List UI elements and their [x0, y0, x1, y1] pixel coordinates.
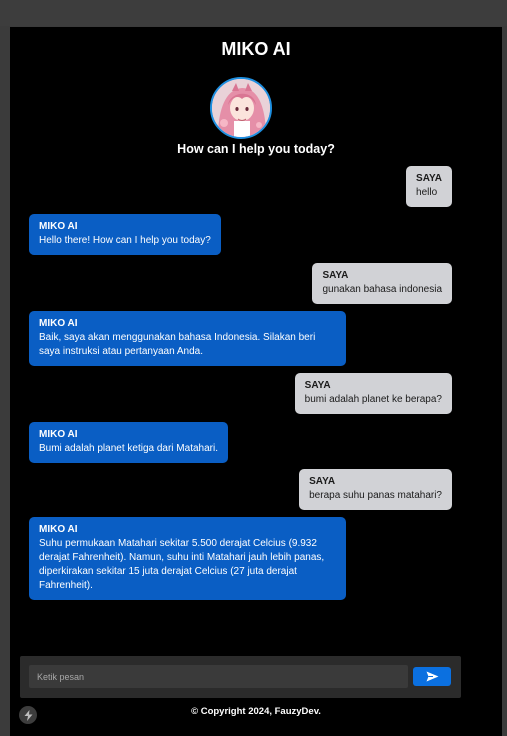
app-title: MIKO AI [221, 39, 291, 59]
ai-message: MIKO AI Baik, saya akan menggunakan baha… [29, 311, 346, 366]
chat-app: MIKO AI How can I help you today? SAYA h… [10, 27, 502, 736]
message-sender: MIKO AI [39, 318, 78, 329]
top-strip [0, 0, 507, 26]
browser-frame: MIKO AI How can I help you today? SAYA h… [0, 0, 507, 736]
user-message: SAYA hello [406, 166, 452, 207]
message-input[interactable] [29, 665, 408, 688]
ai-message: MIKO AI Suhu permukaan Matahari sekitar … [29, 517, 346, 600]
user-message: SAYA berapa suhu panas matahari? [299, 469, 452, 510]
user-message: SAYA gunakan bahasa indonesia [312, 263, 452, 304]
message-sender: SAYA [322, 270, 349, 281]
message-sender: SAYA [416, 173, 442, 184]
footer-copyright: © Copyright 2024, FauzyDev. [191, 706, 321, 717]
avatar-image [212, 79, 270, 137]
message-text: hello [416, 187, 438, 198]
message-sender: MIKO AI [39, 524, 78, 535]
message-text: Baik, saya akan menggunakan bahasa Indon… [39, 332, 316, 357]
message-text: gunakan bahasa indonesia [322, 284, 442, 295]
message-sender: SAYA [304, 380, 331, 391]
send-button[interactable] [413, 667, 451, 686]
message-text: bumi adalah planet ke berapa? [304, 394, 442, 405]
ai-message: MIKO AI Hello there! How can I help you … [29, 214, 221, 255]
message-sender: SAYA [309, 476, 336, 487]
user-message: SAYA bumi adalah planet ke berapa? [294, 373, 452, 414]
message-composer [20, 656, 461, 698]
avatar [210, 77, 272, 139]
greeting-subtitle: How can I help you today? [177, 142, 335, 156]
message-sender: MIKO AI [39, 429, 78, 440]
message-text: berapa suhu panas matahari? [309, 490, 442, 501]
message-text: Bumi adalah planet ketiga dari Matahari. [39, 443, 218, 454]
send-icon [426, 671, 438, 682]
message-text: Suhu permukaan Matahari sekitar 5.500 de… [39, 538, 325, 591]
message-text: Hello there! How can I help you today? [39, 235, 211, 246]
message-sender: MIKO AI [39, 221, 78, 232]
ai-message: MIKO AI Bumi adalah planet ketiga dari M… [29, 422, 228, 463]
